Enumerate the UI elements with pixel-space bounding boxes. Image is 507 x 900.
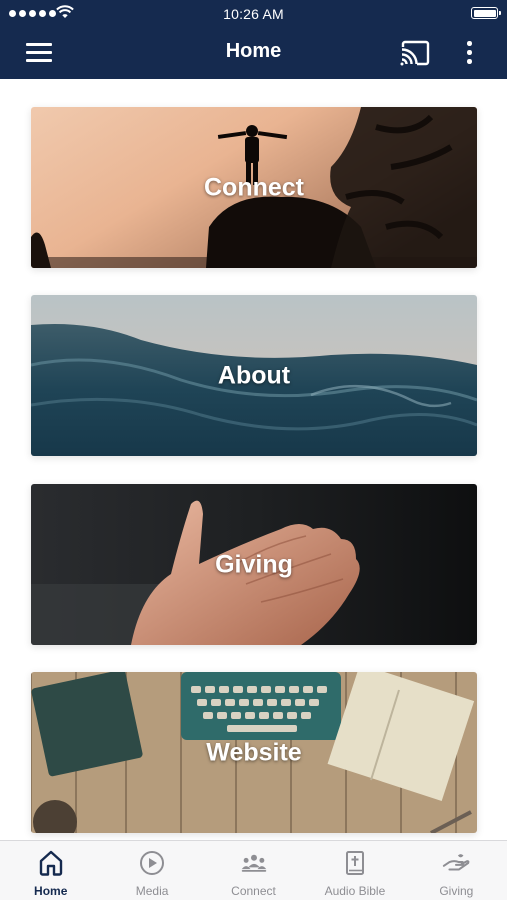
tab-connect-label: Connect [231, 884, 276, 898]
tab-giving-label: Giving [439, 884, 474, 898]
play-icon [140, 851, 165, 875]
tab-audio-bible-label: Audio Bible [324, 884, 386, 898]
tab-media[interactable]: Media [101, 841, 202, 900]
connect-card[interactable]: Connect [31, 107, 477, 268]
nav-bar: Home [0, 26, 507, 79]
website-card-label: Website [206, 738, 302, 766]
website-card[interactable]: Website [31, 672, 477, 833]
status-time: 10:26 AM [223, 6, 284, 22]
tab-connect[interactable]: Connect [203, 841, 304, 900]
tab-media-label: Media [135, 884, 169, 898]
app-header: 10:26 AM Home [0, 0, 507, 79]
tab-audio-bible[interactable]: Audio Bible [304, 841, 405, 900]
connect-card-label: Connect [204, 173, 304, 201]
battery-icon [471, 7, 501, 19]
about-card-label: About [217, 361, 291, 389]
giving-card-label: Giving [215, 550, 293, 578]
status-bar: 10:26 AM [0, 0, 507, 26]
giving-card[interactable]: Giving [31, 484, 477, 645]
about-card[interactable]: About [31, 295, 477, 456]
tab-bar: Home Media Connect Audio Bible Giving [0, 840, 507, 900]
home-icon [39, 850, 62, 876]
more-options-icon[interactable] [455, 38, 483, 68]
home-content: Connect About Giving Website [0, 79, 507, 840]
giving-hand-icon [443, 854, 470, 871]
tab-home-label: Home [34, 884, 68, 898]
tab-home[interactable]: Home [0, 841, 101, 900]
tab-giving[interactable]: Giving [406, 841, 507, 900]
people-icon [241, 854, 266, 872]
cast-icon[interactable] [398, 38, 432, 68]
menu-icon[interactable] [20, 38, 58, 66]
bible-icon [345, 851, 364, 875]
